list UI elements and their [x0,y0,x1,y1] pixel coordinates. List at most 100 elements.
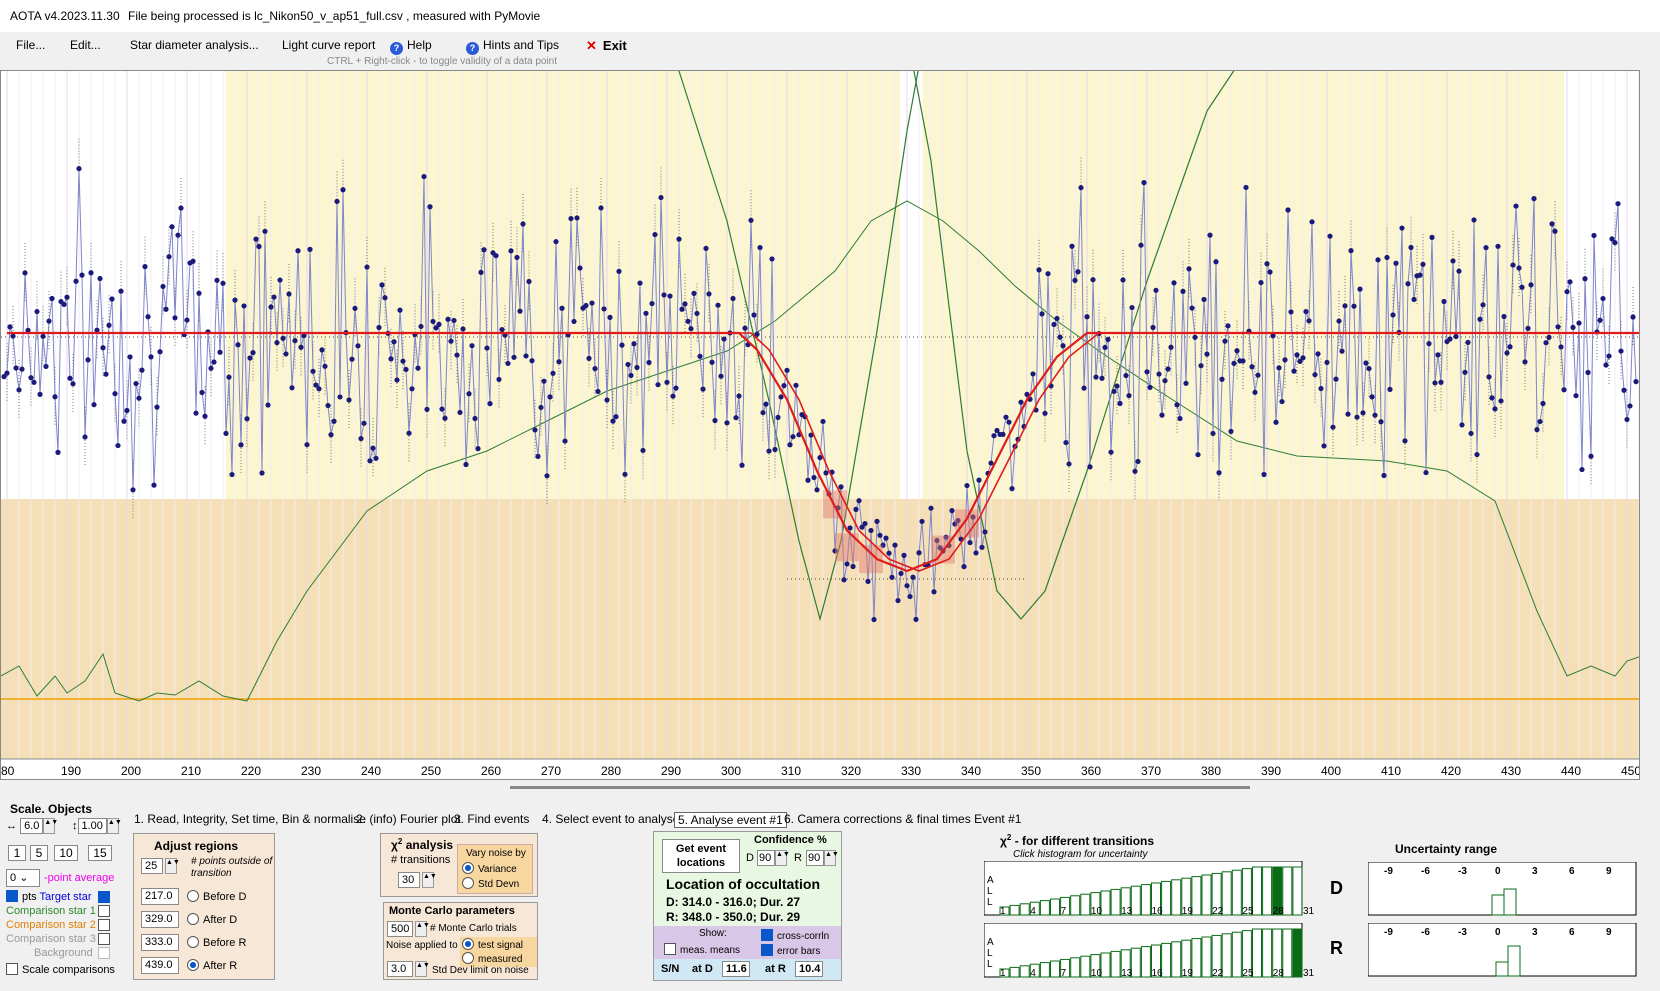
tab-5[interactable]: 5. Analyse event #1 [674,812,787,828]
data-point [634,364,640,371]
data-point [631,341,637,347]
stddev-radio[interactable] [462,877,474,889]
hints-menu[interactable]: ? Hints and Tips [466,38,559,55]
conf-d-input[interactable]: 90 [757,850,775,866]
crosscorr-option[interactable]: cross-corrln [761,929,829,942]
after-d-radio[interactable] [187,913,199,925]
histogram-r[interactable]: ALL1 4 7 10 13 16 19 22 25 28 31 [984,923,1318,980]
mc-trials-input[interactable]: 500 [387,921,413,937]
data-point [1165,366,1171,372]
means-option[interactable]: meas. means [664,943,740,956]
data-point [367,458,373,464]
noise-limit-input[interactable]: 3.0 [387,961,413,977]
data-point [901,552,907,558]
points-outside-spinner[interactable]: ▲▼ [165,858,180,874]
measured-option[interactable]: measured [462,952,522,965]
variance-radio[interactable] [462,862,474,874]
data-point [862,520,868,527]
data-point [616,268,622,274]
scale-comparisons-checkbox[interactable] [6,963,18,975]
tab-6[interactable]: 6. Camera corrections & final times Even… [784,812,1021,826]
after-r-option[interactable]: After R [187,959,237,972]
data-point [1447,336,1453,342]
mc-trials-spinner[interactable]: ▲▼ [415,921,430,937]
uncertainty-d[interactable]: -9 -6 -3 0 3 6 9 [1368,862,1638,917]
before-d-option[interactable]: Before D [187,890,246,903]
data-point [337,394,343,400]
target-checkbox[interactable] [98,891,110,903]
conf-r-input[interactable]: 90 [806,850,824,866]
comp1-checkbox[interactable] [98,905,110,917]
tab-1[interactable]: 1. Read, Integrity, Set time, Bin & norm… [134,812,366,826]
data-point [52,394,58,400]
before-r-input[interactable]: 333.0 [141,934,179,951]
scale-15-button[interactable]: 15 [88,845,112,861]
before-d-input[interactable]: 217.0 [141,888,179,905]
transitions-input[interactable]: 30 [398,872,420,888]
horizontal-scrollbar[interactable] [510,786,1250,789]
data-point [1138,242,1144,248]
means-checkbox[interactable] [664,943,676,955]
background-checkbox[interactable] [98,947,110,959]
histogram-d[interactable]: ALL1 4 7 10 13 16 19 22 25 28 31 [984,861,1318,918]
comp3-checkbox[interactable] [98,933,110,945]
before-r-option[interactable]: Before R [187,936,246,949]
after-d-option[interactable]: After D [187,913,237,926]
file-menu[interactable]: File... [16,38,45,52]
noise-limit-spinner[interactable]: ▲▼ [415,961,430,977]
test-signal-radio[interactable] [462,938,474,950]
data-point [79,272,85,278]
comp2-checkbox[interactable] [98,919,110,931]
data-point [1303,308,1309,315]
data-point [31,379,37,385]
after-r-input[interactable]: 439.0 [141,957,179,974]
h-scale-spinner[interactable]: ▲▼ [43,818,58,834]
pts-checkbox[interactable] [6,890,18,902]
measured-radio[interactable] [462,952,474,964]
uncertainty-r[interactable]: -9 -6 -3 0 3 6 9 [1368,923,1638,978]
variance-option[interactable]: Variance [462,862,517,875]
scale-10-button[interactable]: 10 [54,845,78,861]
light-curve-plot[interactable]: 80 190 200 210 220 230 240 250 260 270 280 290 300 31… [0,65,1651,780]
scale-5-button[interactable]: 5 [30,845,48,861]
help-menu[interactable]: ? Help [390,38,432,55]
event-location-panel: Get event locations Confidence % D 90 ▲▼… [653,831,842,981]
tab-3[interactable]: 3. Find events [454,812,529,826]
h-scale-input[interactable]: 6.0 [20,817,44,834]
average-select[interactable]: 0 ⌄ [6,869,40,887]
v-scale-input[interactable]: 1.00 [77,817,107,834]
tab-2[interactable]: 2. (info) Fourier plot [356,812,461,826]
tab-4[interactable]: 4. Select event to analyse [542,812,679,826]
data-point [1264,261,1270,267]
data-point [403,366,409,373]
v-scale-spinner[interactable]: ▲▼ [106,818,122,834]
before-d-radio[interactable] [187,890,199,902]
conf-d-spinner[interactable]: ▲▼ [775,850,790,866]
data-point [949,508,955,514]
get-event-locations-button[interactable]: Get event locations [662,839,740,873]
edit-menu[interactable]: Edit... [70,38,101,52]
errorbars-option[interactable]: error bars [761,944,820,957]
data-point [277,277,283,283]
after-d-input[interactable]: 329.0 [141,911,179,928]
after-r-radio[interactable] [187,959,199,971]
data-point [196,290,202,296]
data-point [715,302,721,308]
errorbars-checkbox[interactable] [761,944,773,956]
test-signal-option[interactable]: test signal [462,938,523,951]
stddev-option[interactable]: Std Devn [462,877,519,890]
scale-1-button[interactable]: 1 [8,845,26,861]
before-r-radio[interactable] [187,936,199,948]
hist-bar [1262,866,1273,916]
plot-svg[interactable]: 80 190 200 210 220 230 240 250 260 270 280 290 300 31… [0,65,1651,779]
data-point [1192,334,1198,340]
transitions-spinner[interactable]: ▲▼ [422,872,437,888]
report-menu[interactable]: Light curve report [282,38,375,52]
crosscorr-checkbox[interactable] [761,929,773,941]
data-point [511,354,517,360]
conf-r-spinner[interactable]: ▲▼ [824,850,839,866]
points-outside-input[interactable]: 25 [141,858,163,874]
exit-menu[interactable]: ✕ Exit [586,38,627,54]
star-diameter-menu[interactable]: Star diameter analysis... [130,38,259,52]
data-point [1132,468,1138,474]
